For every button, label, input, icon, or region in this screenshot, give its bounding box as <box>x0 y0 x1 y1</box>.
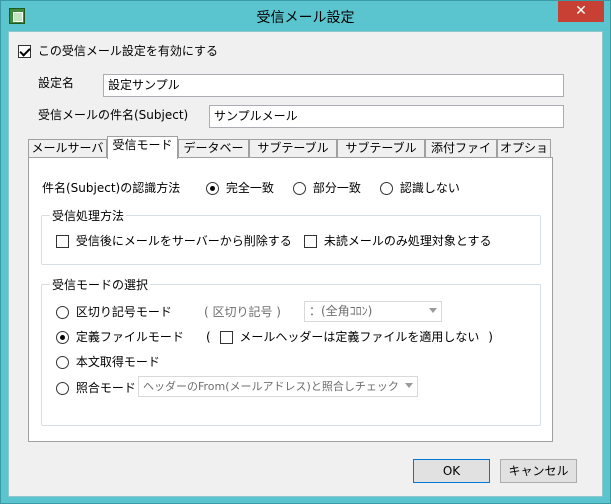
radio-match-mode-circle[interactable] <box>56 382 69 395</box>
mode-group-title: 受信モードの選択 <box>50 276 151 293</box>
mode-group: 受信モードの選択 区切り記号モード ( 区切り記号 ) ：(全角ｺﾛﾝ) 定義フ… <box>41 276 541 426</box>
tab-subtable-1[interactable]: サブテーブル(1) <box>249 139 337 172</box>
radio-exact-match-circle[interactable] <box>206 182 219 195</box>
radio-delimiter-mode-label: 区切り記号モード <box>75 305 172 319</box>
name-input[interactable]: 設定サンプル <box>103 74 564 97</box>
unread-only-option[interactable]: 未読メールのみ処理対象とする <box>304 232 491 249</box>
paren-close: ) <box>488 330 493 344</box>
tab-mail-server[interactable]: メールサーバー <box>28 139 107 172</box>
delimiter-select-value: ：(全角ｺﾛﾝ) <box>309 304 373 318</box>
enable-label: この受信メール設定を有効にする <box>37 44 218 58</box>
delimiter-select[interactable]: ：(全角ｺﾛﾝ) <box>304 301 442 322</box>
header-no-apply-option[interactable]: ( メールヘッダーは定義ファイルを適用しない ) <box>206 328 493 345</box>
radio-delimiter-mode[interactable]: 区切り記号モード <box>56 303 172 320</box>
tab-receive-mode[interactable]: 受信モード <box>107 136 178 159</box>
dialog-client: この受信メール設定を有効にする 設定名 設定サンプル 受信メールの件名(Subj… <box>8 31 603 497</box>
delimiter-label: ( 区切り記号 ) <box>204 305 281 319</box>
radio-definition-mode[interactable]: 定義ファイルモード <box>56 328 184 345</box>
radio-partial-match-circle[interactable] <box>293 182 306 195</box>
header-no-apply-label: メールヘッダーは定義ファイルを適用しない <box>239 330 480 344</box>
radio-no-recognition-circle[interactable] <box>380 182 393 195</box>
tab-subtable-2[interactable]: サブテーブル(2) <box>337 139 425 172</box>
header-no-apply-checkbox[interactable] <box>219 331 233 344</box>
tab-options[interactable]: オプション <box>497 139 551 172</box>
process-group: 受信処理方法 受信後にメールをサーバーから削除する 未読メールのみ処理対象とする <box>41 207 541 265</box>
tab-attachments[interactable]: 添付ファイル <box>425 139 497 172</box>
radio-no-recognition[interactable]: 認識しない <box>380 179 460 196</box>
chevron-down-icon <box>405 383 413 388</box>
paren-open: ( <box>206 330 211 344</box>
unread-only-label: 未読メールのみ処理対象とする <box>323 234 492 248</box>
subject-input[interactable]: サンプルメール <box>209 105 564 128</box>
radio-delimiter-mode-circle[interactable] <box>56 306 69 319</box>
radio-partial-match-label: 部分一致 <box>312 181 361 195</box>
match-select-value: ヘッダーのFrom(メールアドレス)と照合しチェック <box>143 380 399 393</box>
match-select[interactable]: ヘッダーのFrom(メールアドレス)と照合しチェック <box>138 376 418 397</box>
dialog-window: 受信メール設定 ✕ この受信メール設定を有効にする 設定名 設定サンプル 受信メ… <box>0 0 611 504</box>
radio-body-mode-label: 本文取得モード <box>75 355 160 369</box>
radio-exact-match[interactable]: 完全一致 <box>206 179 274 196</box>
enable-checkbox[interactable] <box>18 45 31 58</box>
name-label: 設定名 <box>38 76 75 90</box>
enable-setting[interactable]: この受信メール設定を有効にする <box>18 42 218 59</box>
delete-after-label: 受信後にメールをサーバーから削除する <box>75 234 292 248</box>
window-title: 受信メール設定 <box>256 10 355 26</box>
process-group-title: 受信処理方法 <box>50 207 127 224</box>
delete-after-option[interactable]: 受信後にメールをサーバーから削除する <box>56 232 292 249</box>
radio-partial-match[interactable]: 部分一致 <box>293 179 361 196</box>
ok-button[interactable]: OK <box>413 459 490 483</box>
radio-match-mode[interactable]: 照合モード <box>56 379 136 396</box>
radio-no-recognition-label: 認識しない <box>399 181 460 195</box>
radio-match-mode-label: 照合モード <box>75 381 136 395</box>
subject-label: 受信メールの件名(Subject) <box>38 108 189 122</box>
radio-exact-match-label: 完全一致 <box>225 181 274 195</box>
title-bar[interactable]: 受信メール設定 ✕ <box>1 1 610 31</box>
radio-definition-mode-circle[interactable] <box>56 331 69 344</box>
radio-body-mode-circle[interactable] <box>56 356 69 369</box>
tab-database[interactable]: データベース <box>178 139 249 172</box>
radio-body-mode[interactable]: 本文取得モード <box>56 353 160 370</box>
radio-definition-mode-label: 定義ファイルモード <box>75 330 184 344</box>
delete-after-checkbox[interactable] <box>56 235 69 248</box>
chevron-down-icon <box>429 308 437 313</box>
subject-recognition-label: 件名(Subject)の認識方法 <box>42 181 181 195</box>
receive-mode-panel: 件名(Subject)の認識方法 完全一致 部分一致 認識しない 受信処理方法 … <box>28 157 553 442</box>
close-button[interactable]: ✕ <box>558 1 604 22</box>
unread-only-checkbox[interactable] <box>304 235 317 248</box>
cancel-button[interactable]: キャンセル <box>500 459 577 483</box>
